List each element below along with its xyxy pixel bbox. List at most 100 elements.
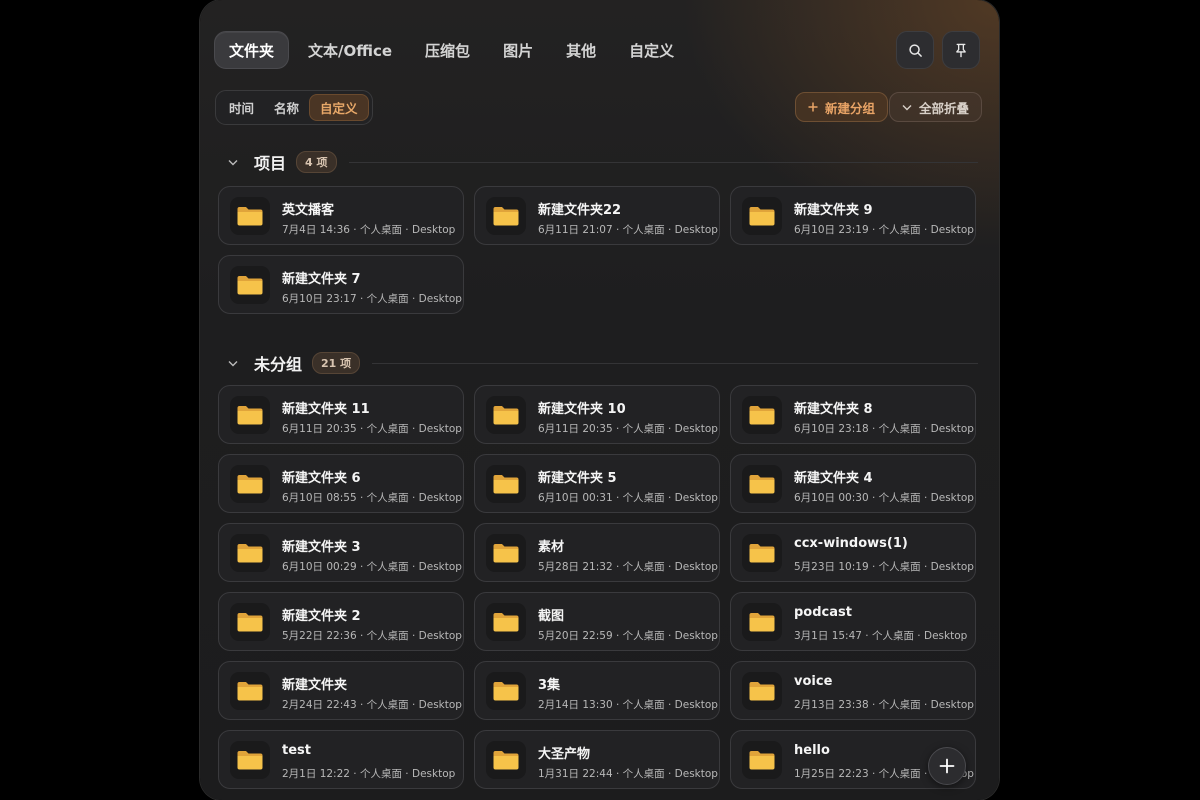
folder-name: 新建文件夹 7	[282, 272, 361, 287]
tab-custom[interactable]: 自定义	[615, 31, 688, 69]
folder-icon	[230, 672, 270, 710]
folder-meta: 2月13日 23:38 · 个人桌面 · Desktop	[794, 699, 974, 711]
folder-card[interactable]: 新建文件夹 5 6月10日 00:31 · 个人桌面 · Desktop	[474, 454, 720, 513]
folder-icon	[486, 741, 526, 779]
folder-name: 截图	[538, 609, 565, 624]
folder-card[interactable]: 新建文件夹 6 6月10日 08:55 · 个人桌面 · Desktop	[218, 454, 464, 513]
folder-card[interactable]: 新建文件夹22 6月11日 21:07 · 个人桌面 · Desktop	[474, 186, 720, 245]
group-title: 项目	[254, 154, 287, 173]
folder-name: 新建文件夹 3	[282, 540, 361, 555]
folder-name: 新建文件夹 4	[794, 471, 873, 486]
folder-meta: 6月10日 23:19 · 个人桌面 · Desktop	[794, 224, 974, 236]
search-button[interactable]	[896, 31, 934, 69]
plus-icon	[808, 102, 818, 112]
folder-icon	[742, 396, 782, 434]
folder-meta: 6月10日 23:18 · 个人桌面 · Desktop	[794, 423, 974, 435]
tab-text-office[interactable]: 文本/Office	[294, 31, 406, 69]
folder-icon	[742, 534, 782, 572]
folder-meta: 1月31日 22:44 · 个人桌面 · Desktop	[538, 768, 718, 780]
group-divider	[372, 362, 978, 364]
folder-meta: 5月20日 22:59 · 个人桌面 · Desktop	[538, 630, 718, 642]
folder-icon	[486, 534, 526, 572]
folder-name: 新建文件夹 2	[282, 609, 361, 624]
folder-icon	[230, 396, 270, 434]
folder-meta: 6月10日 00:30 · 个人桌面 · Desktop	[794, 492, 974, 504]
tab-other[interactable]: 其他	[552, 31, 610, 69]
folder-name: 新建文件夹 10	[538, 402, 626, 417]
folder-icon	[742, 603, 782, 641]
folder-name: 新建文件夹 11	[282, 402, 370, 417]
tab-folders[interactable]: 文件夹	[214, 31, 290, 69]
tab-images[interactable]: 图片	[489, 31, 547, 69]
sort-by-time[interactable]: 时间	[219, 94, 264, 121]
folder-card[interactable]: 新建文件夹 8 6月10日 23:18 · 个人桌面 · Desktop	[730, 385, 976, 444]
folder-card[interactable]: 素材 5月28日 21:32 · 个人桌面 · Desktop	[474, 523, 720, 582]
folder-card[interactable]: ccx-windows(1) 5月23日 10:19 · 个人桌面 · Deskt…	[730, 523, 976, 582]
chevron-down-icon[interactable]	[226, 356, 240, 370]
new-group-button[interactable]: 新建分组	[795, 92, 889, 122]
app-window: 文件夹 文本/Office 压缩包 图片 其他 自定义 时间 名称 自定义 新建…	[200, 0, 999, 800]
folder-card[interactable]: 新建文件夹 2月24日 22:43 · 个人桌面 · Desktop	[218, 661, 464, 720]
folder-meta: 2月1日 12:22 · 个人桌面 · Desktop	[282, 768, 456, 780]
folder-meta: 6月10日 08:55 · 个人桌面 · Desktop	[282, 492, 462, 504]
folder-meta: 6月10日 23:17 · 个人桌面 · Desktop	[282, 293, 462, 305]
group-title: 未分组	[254, 355, 303, 374]
folder-card[interactable]: 新建文件夹 7 6月10日 23:17 · 个人桌面 · Desktop	[218, 255, 464, 314]
folder-card[interactable]: 新建文件夹 3 6月10日 00:29 · 个人桌面 · Desktop	[218, 523, 464, 582]
plus-icon	[939, 758, 955, 774]
group-header: 项目 4 项	[226, 151, 978, 173]
folder-meta: 7月4日 14:36 · 个人桌面 · Desktop	[282, 224, 456, 236]
sort-mode-selector: 时间 名称 自定义	[215, 90, 373, 125]
new-group-label: 新建分组	[825, 100, 876, 116]
folder-card[interactable]: test 2月1日 12:22 · 个人桌面 · Desktop	[218, 730, 464, 789]
add-button[interactable]	[928, 747, 966, 785]
folder-card[interactable]: 英文播客 7月4日 14:36 · 个人桌面 · Desktop	[218, 186, 464, 245]
folder-name: 新建文件夹 8	[794, 402, 873, 417]
folder-name: 大圣产物	[538, 747, 591, 762]
folder-name: test	[282, 743, 311, 758]
chevron-down-icon[interactable]	[226, 155, 240, 169]
folder-meta: 5月23日 10:19 · 个人桌面 · Desktop	[794, 561, 974, 573]
folder-icon	[486, 672, 526, 710]
folder-meta: 2月24日 22:43 · 个人桌面 · Desktop	[282, 699, 462, 711]
folder-card[interactable]: 大圣产物 1月31日 22:44 · 个人桌面 · Desktop	[474, 730, 720, 789]
folder-meta: 6月11日 20:35 · 个人桌面 · Desktop	[282, 423, 462, 435]
folder-icon	[486, 396, 526, 434]
folder-name: voice	[794, 674, 833, 689]
folder-icon	[230, 603, 270, 641]
folder-card[interactable]: 新建文件夹 4 6月10日 00:30 · 个人桌面 · Desktop	[730, 454, 976, 513]
folder-name: 3集	[538, 678, 561, 693]
folder-name: 新建文件夹 9	[794, 203, 873, 218]
folder-meta: 6月10日 00:29 · 个人桌面 · Desktop	[282, 561, 462, 573]
folder-icon	[486, 197, 526, 235]
folder-card[interactable]: 新建文件夹 2 5月22日 22:36 · 个人桌面 · Desktop	[218, 592, 464, 651]
folder-name: ccx-windows(1)	[794, 536, 908, 551]
folder-icon	[486, 603, 526, 641]
sort-by-name[interactable]: 名称	[264, 94, 309, 121]
folder-name: 新建文件夹22	[538, 203, 622, 218]
chevron-down-icon	[902, 104, 912, 111]
folder-icon	[742, 741, 782, 779]
folder-icon	[230, 197, 270, 235]
folder-icon	[742, 197, 782, 235]
sort-by-custom[interactable]: 自定义	[309, 94, 369, 121]
collapse-all-button[interactable]: 全部折叠	[889, 92, 983, 122]
folder-meta: 6月11日 20:35 · 个人桌面 · Desktop	[538, 423, 718, 435]
folder-card[interactable]: 新建文件夹 10 6月11日 20:35 · 个人桌面 · Desktop	[474, 385, 720, 444]
tab-archives[interactable]: 压缩包	[411, 31, 484, 69]
folder-meta: 3月1日 15:47 · 个人桌面 · Desktop	[794, 630, 968, 642]
folder-name: 素材	[538, 540, 565, 555]
folder-card[interactable]: voice 2月13日 23:38 · 个人桌面 · Desktop	[730, 661, 976, 720]
folder-card[interactable]: 3集 2月14日 13:30 · 个人桌面 · Desktop	[474, 661, 720, 720]
folder-card[interactable]: 新建文件夹 11 6月11日 20:35 · 个人桌面 · Desktop	[218, 385, 464, 444]
folder-card[interactable]: 新建文件夹 9 6月10日 23:19 · 个人桌面 · Desktop	[730, 186, 976, 245]
folder-card[interactable]: podcast 3月1日 15:47 · 个人桌面 · Desktop	[730, 592, 976, 651]
folder-name: 新建文件夹	[282, 678, 348, 693]
folder-card[interactable]: 截图 5月20日 22:59 · 个人桌面 · Desktop	[474, 592, 720, 651]
folder-icon	[230, 266, 270, 304]
collapse-all-label: 全部折叠	[919, 100, 970, 116]
pin-button[interactable]	[942, 31, 980, 69]
folder-meta: 6月10日 00:31 · 个人桌面 · Desktop	[538, 492, 718, 504]
group-header: 未分组 21 项	[226, 352, 978, 374]
folder-icon	[486, 465, 526, 503]
